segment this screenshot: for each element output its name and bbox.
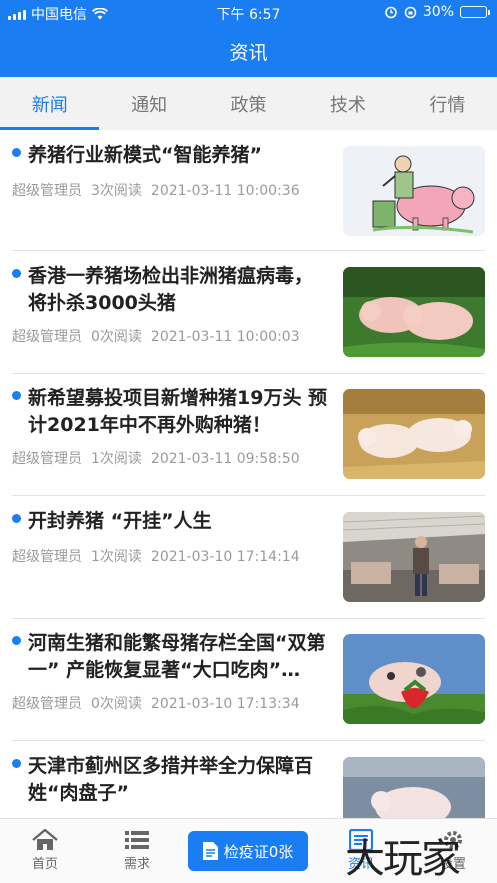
nav-demand-label: 需求 <box>123 857 150 872</box>
news-author: 超级管理员 <box>12 451 82 467</box>
news-list: 养猪行业新模式“智能养猪” 超级管理员 3次阅读 2021-03-11 10:00:… <box>0 130 497 818</box>
bullet-dot <box>12 148 21 157</box>
news-meta: 超级管理员 0次阅读 2021-03-11 10:00:03 <box>12 326 330 346</box>
news-reads: 1次阅读 <box>91 549 142 565</box>
news-meta: 超级管理员 1次阅读 2021-03-10 17:14:14 <box>12 546 330 566</box>
news-author: 超级管理员 <box>12 696 82 712</box>
news-item[interactable]: 开封养猪 “开挂”人生 超级管理员 1次阅读 2021-03-10 17:14:14 <box>0 508 497 620</box>
news-title: 香港一养猪场检出非洲猪瘟病毒，将扑杀3000头猪 <box>28 265 314 314</box>
document-icon <box>202 842 218 860</box>
news-date: 2021-03-11 10:00:36 <box>150 183 300 199</box>
tab-news[interactable]: 新闻 <box>0 77 100 130</box>
divider <box>12 740 485 741</box>
piglet-in-pen-photo <box>343 757 485 818</box>
news-author: 超级管理员 <box>12 329 82 345</box>
news-item[interactable]: 天津市蓟州区多措并举全力保障百姓“肉盘子” <box>0 753 497 818</box>
news-item[interactable]: 香港一养猪场检出非洲猪瘟病毒，将扑杀3000头猪 超级管理员 0次阅读 2021-0… <box>0 263 497 375</box>
news-reads: 3次阅读 <box>91 183 142 199</box>
news-author: 超级管理员 <box>12 183 82 199</box>
news-thumbnail[interactable] <box>343 146 485 236</box>
news-item[interactable]: 河南生猪和能繁母猪存栏全国“双第一” 产能恢复显著“大口吃肉”… 超级管理员 0次… <box>0 630 497 742</box>
category-tabs: 新闻 通知 政策 技术 行情 <box>0 77 497 130</box>
news-thumbnail[interactable] <box>343 267 485 357</box>
news-title: 新希望募投项目新增种猪19万头 预计2021年中不再外购种猪！ <box>28 387 328 436</box>
certificate-button-label: 检疫证0张 <box>223 842 294 861</box>
divider <box>12 250 485 251</box>
nav-home-label: 首页 <box>31 857 58 872</box>
home-icon <box>32 829 58 850</box>
news-thumbnail[interactable] <box>343 757 485 818</box>
bullet-dot <box>12 759 21 768</box>
man-in-pig-barn-photo <box>343 512 485 602</box>
watermark-logo: 大玩家 <box>345 836 461 882</box>
page-title: 资讯 <box>229 42 268 64</box>
news-meta: 超级管理员 1次阅读 2021-03-11 09:58:50 <box>12 448 330 468</box>
app-header: 中国电信 下午 6:57 30% 资讯 <box>0 0 497 77</box>
quarantine-certificate-button[interactable]: 检疫证0张 <box>188 831 308 871</box>
news-title: 河南生猪和能繁母猪存栏全国“双第一” 产能恢复显著“大口吃肉”… <box>28 632 326 681</box>
news-reads: 0次阅读 <box>91 696 142 712</box>
news-title: 养猪行业新模式“智能养猪” <box>28 144 262 166</box>
news-item[interactable]: 新希望募投项目新增种猪19万头 预计2021年中不再外购种猪！ 超级管理员 1次阅… <box>0 385 497 497</box>
divider <box>12 373 485 374</box>
news-meta: 超级管理员 3次阅读 2021-03-11 10:00:36 <box>12 180 330 200</box>
news-title: 天津市蓟州区多措并举全力保障百姓“肉盘子” <box>28 755 314 804</box>
divider <box>12 618 485 619</box>
tab-market[interactable]: 行情 <box>398 77 497 130</box>
news-reads: 1次阅读 <box>91 451 142 467</box>
list-icon <box>125 831 149 849</box>
news-date: 2021-03-11 10:00:03 <box>150 329 300 345</box>
bullet-dot <box>12 269 21 278</box>
news-thumbnail[interactable] <box>343 512 485 602</box>
bullet-dot <box>12 636 21 645</box>
piglets-on-straw-photo <box>343 389 485 479</box>
alarm-icon <box>385 6 397 19</box>
bullet-dot <box>12 391 21 400</box>
lock-rotation-icon <box>404 6 417 18</box>
news-meta: 超级管理员 0次阅读 2021-03-10 17:13:34 <box>12 693 330 713</box>
nav-home[interactable]: 首页 <box>10 827 80 872</box>
tab-notice[interactable]: 通知 <box>99 77 198 130</box>
farmer-feeding-pig-illustration <box>343 146 485 236</box>
piglet-with-strawberry-photo <box>343 634 485 724</box>
piglets-on-grass-photo <box>343 267 485 357</box>
battery-icon <box>460 6 490 18</box>
news-date: 2021-03-10 17:14:14 <box>150 549 300 565</box>
news-thumbnail[interactable] <box>343 389 485 479</box>
news-date: 2021-03-10 17:13:34 <box>150 696 300 712</box>
news-reads: 0次阅读 <box>91 329 142 345</box>
news-item[interactable]: 养猪行业新模式“智能养猪” 超级管理员 3次阅读 2021-03-11 10:00:… <box>0 142 497 252</box>
divider <box>12 495 485 496</box>
news-title: 开封养猪 “开挂”人生 <box>28 510 212 532</box>
battery-percent: 30% <box>422 4 454 20</box>
news-thumbnail[interactable] <box>343 634 485 724</box>
nav-demand[interactable]: 需求 <box>102 827 172 872</box>
tab-policy[interactable]: 政策 <box>199 77 298 130</box>
status-bar: 中国电信 下午 6:57 30% <box>0 0 497 26</box>
news-date: 2021-03-11 09:58:50 <box>150 451 300 467</box>
news-author: 超级管理员 <box>12 549 82 565</box>
bullet-dot <box>12 514 21 523</box>
tab-technology[interactable]: 技术 <box>298 77 397 130</box>
